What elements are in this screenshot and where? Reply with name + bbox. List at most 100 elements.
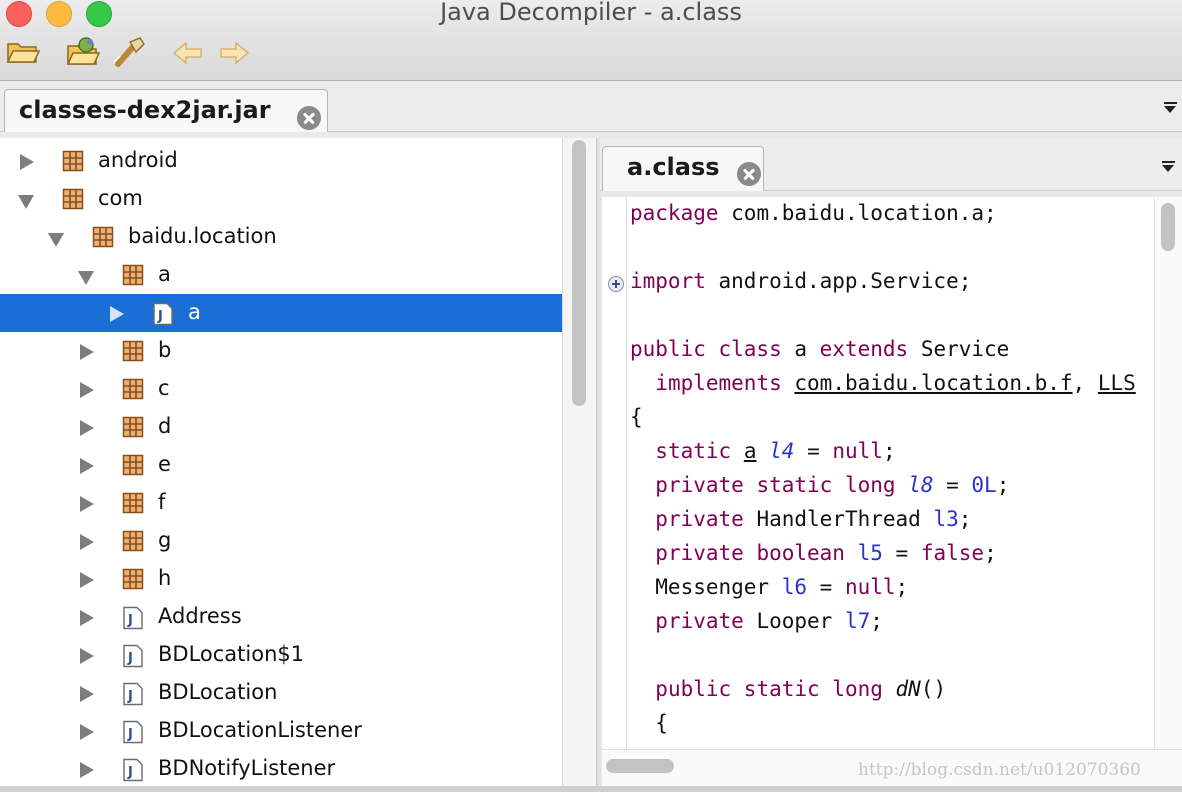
back-arrow-icon[interactable] [172,40,204,71]
tree-item-package[interactable]: b [0,332,562,370]
tree-item-class[interactable]: J BDLocationListener [0,712,562,750]
expand-arrow-icon[interactable] [80,610,94,626]
tab-list-icon[interactable] [1162,165,1174,172]
code-token: LLS [1097,371,1136,395]
code-token: ; [895,575,909,599]
code-token: private [655,507,744,531]
tree-item-package[interactable]: d [0,408,562,446]
tree-item-package[interactable]: e [0,446,562,484]
class-file-icon: J [152,302,174,326]
code-line: public class a extends Service [630,337,1009,361]
tab-list-icon[interactable] [1164,106,1176,113]
svg-text:J: J [127,727,133,742]
code-vertical-scrollbar[interactable] [1154,197,1182,749]
expand-arrow-icon[interactable] [80,458,94,474]
code-token: Service [908,337,1010,361]
tree-item-package[interactable]: g [0,522,562,560]
package-icon [62,150,84,172]
svg-text:J: J [127,765,133,780]
expand-arrow-icon[interactable] [80,382,94,398]
expand-arrow-icon[interactable] [80,420,94,436]
tree-item-label: baidu.location [128,224,277,248]
tree-item-class[interactable]: J BDLocation [0,674,562,712]
code-token: android.app.Service; [705,269,972,293]
source-code-view[interactable]: package com.baidu.location.a; import andr… [602,197,1154,749]
code-line: private Looper l7; [630,609,883,633]
code-line: { [630,711,668,735]
tree-item-package[interactable]: com [0,180,562,218]
code-hscroll-thumb[interactable] [606,759,674,773]
code-token: null [832,439,883,463]
expand-arrow-icon[interactable] [80,762,94,778]
code-token: () [920,677,947,701]
open-type-icon[interactable] [66,36,102,73]
code-token: Looper [743,609,845,633]
code-token: { [630,405,643,429]
tree-item-class[interactable]: Ja [0,294,562,332]
tree-item-class[interactable]: J Address [0,598,562,636]
collapse-arrow-icon[interactable] [18,195,34,209]
expand-arrow-icon[interactable] [20,154,34,170]
expand-arrow-icon[interactable] [110,306,124,322]
wrench-icon[interactable] [110,36,146,73]
expand-arrow-icon[interactable] [80,724,94,740]
expand-imports-icon[interactable] [608,276,624,292]
class-file-icon: J [122,720,144,744]
tree-item-package[interactable]: baidu.location [0,218,562,256]
expand-arrow-icon[interactable] [80,344,94,360]
collapse-arrow-icon[interactable] [48,233,64,247]
collapse-arrow-icon[interactable] [78,271,94,285]
expand-arrow-icon[interactable] [80,686,94,702]
window-bottom-edge [0,786,1182,792]
code-token: ; [984,541,997,565]
close-tab-icon[interactable] [297,106,321,130]
code-token: import [630,269,706,293]
tree-item-label: g [158,528,172,552]
code-line: implements com.baidu.location.b.f, LLS [630,371,1136,395]
tree-item-label: BDLocationListener [158,718,362,742]
tree-item-package[interactable]: f [0,484,562,522]
code-token: com.baidu.location.a; [718,201,997,225]
tree-item-package[interactable]: h [0,560,562,598]
tree-item-class[interactable]: J BDLocation$1 [0,636,562,674]
code-vscroll-thumb[interactable] [1161,203,1175,251]
expand-arrow-icon[interactable] [80,534,94,550]
tree-vertical-scrollbar[interactable] [562,138,597,788]
tree-item-label: e [158,452,171,476]
title-bar: Java Decompiler - a.class [0,0,1182,81]
tree-item-label: com [98,186,143,210]
code-gutter [602,197,627,749]
tree-item-label: BDNotifyListener [158,756,336,780]
package-icon [62,188,84,210]
code-token: l7 [844,609,871,633]
tree-item-package[interactable]: android [0,142,562,180]
tab-a-class[interactable]: a.class [602,146,764,191]
class-file-icon: J [122,606,144,630]
code-token: l3 [933,507,959,531]
tree-item-class[interactable]: J BDNotifyListener [0,750,562,788]
tree-scroll-thumb[interactable] [572,140,586,406]
expand-arrow-icon[interactable] [80,648,94,664]
code-token: private boolean [655,541,845,565]
tree-item-package[interactable]: c [0,370,562,408]
code-line: private HandlerThread l3; [630,507,971,531]
tree-item-label: Address [158,604,242,628]
close-tab-icon[interactable] [737,162,761,186]
tab-classes-dex2jar[interactable]: classes-dex2jar.jar [4,89,328,132]
expand-arrow-icon[interactable] [80,496,94,512]
expand-arrow-icon[interactable] [80,572,94,588]
tree-item-package[interactable]: a [0,256,562,294]
package-icon [122,416,144,438]
code-token: l6 [781,575,808,599]
open-folder-icon[interactable] [6,38,41,71]
code-line: public static long dN() [630,677,946,701]
forward-arrow-icon[interactable] [218,40,250,71]
code-token: ; [996,473,1010,497]
panel-splitter[interactable] [596,138,601,788]
package-icon [122,378,144,400]
code-token: dN [895,677,921,701]
